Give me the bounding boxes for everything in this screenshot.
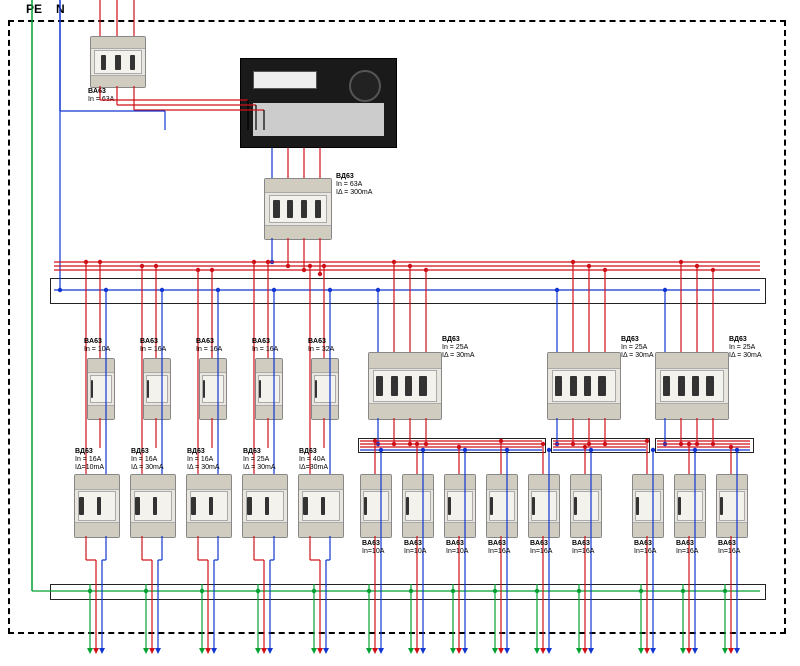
breaker-r1-0-label: BA63In = 10A: [84, 338, 110, 354]
rcd-r1-0-label: ВД63In = 25AIΔ = 30mA: [442, 336, 475, 360]
rcbo-r2-2-label: ВД63In = 16AIΔ = 30mA: [187, 448, 220, 472]
wiring: [0, 0, 800, 666]
breaker-r2-7-label: BA63In=16A: [676, 540, 698, 556]
breaker-r1-1-label: BA63In = 16A: [140, 338, 166, 354]
breaker-r2-0-label: BA63In=10A: [362, 540, 384, 556]
breaker-r2-6-label: BA63In=16A: [634, 540, 656, 556]
rcbo-r2-0-label: ВД63In = 16AIΔ=10mA: [75, 448, 104, 472]
rcd-r1-1-label: ВД63In = 25AIΔ = 30mA: [621, 336, 654, 360]
breaker-r1-3-label: BA63In = 16A: [252, 338, 278, 354]
breaker-r2-4-label: BA63In=16A: [530, 540, 552, 556]
breaker-r1-2-label: BA63In = 16A: [196, 338, 222, 354]
rcbo-r2-4-label: ВД63In = 40AIΔ=30mA: [299, 448, 328, 472]
rcd-r1-2-label: ВД63In = 25AIΔ = 30mA: [729, 336, 762, 360]
breaker-r2-1-label: BA63In=10A: [404, 540, 426, 556]
breaker-r2-3-label: BA63In=16A: [488, 540, 510, 556]
rcbo-r2-1-label: ВД63In = 16AIΔ = 30mA: [131, 448, 164, 472]
breaker-r1-4-label: BA63In = 32A: [308, 338, 334, 354]
breaker-r2-5-label: BA63In=16A: [572, 540, 594, 556]
rcbo-r2-3-label: ВД63In = 25AIΔ = 30mA: [243, 448, 276, 472]
breaker-r2-8-label: BA63In=16A: [718, 540, 740, 556]
breaker-r2-2-label: BA63In=10A: [446, 540, 468, 556]
